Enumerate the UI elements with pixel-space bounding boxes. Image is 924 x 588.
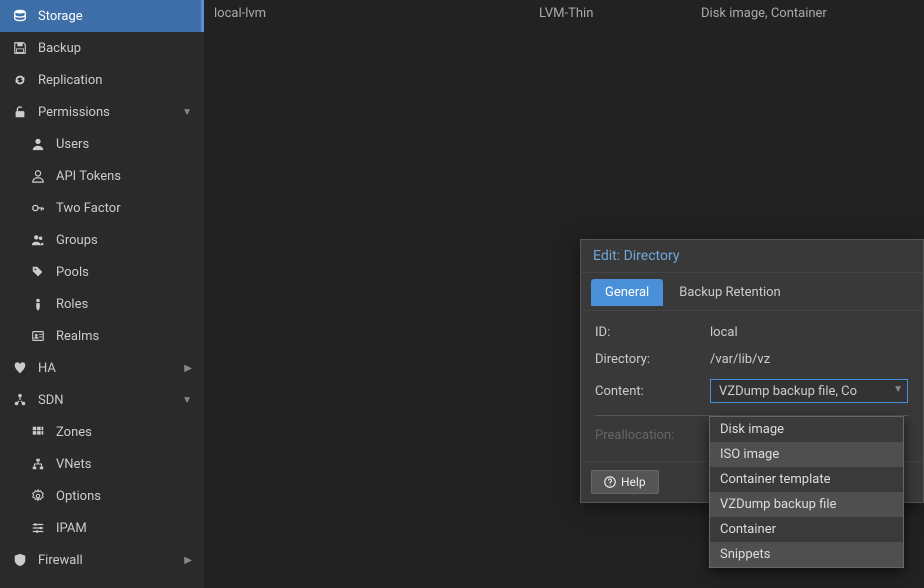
shield-icon bbox=[12, 552, 28, 568]
storage-type-cell: LVM-Thin bbox=[539, 6, 701, 21]
sidebar-item-label: Groups bbox=[56, 233, 98, 248]
sidebar-item-label: Permissions bbox=[38, 105, 110, 120]
sidebar-item-realms[interactable]: Realms bbox=[0, 320, 204, 352]
dropdown-item-disk-image[interactable]: Disk image bbox=[710, 417, 903, 442]
sidebar-item-vnets[interactable]: VNets bbox=[0, 448, 204, 480]
help-label: Help bbox=[621, 475, 646, 489]
sidebar-item-label: IPAM bbox=[56, 521, 87, 536]
content-label: Content: bbox=[595, 384, 710, 399]
network-icon bbox=[30, 456, 46, 472]
chevron-down-icon: ▼ bbox=[182, 107, 192, 118]
sidebar-item-sdn[interactable]: SDN ▼ bbox=[0, 384, 204, 416]
sidebar-item-storage[interactable]: Storage bbox=[0, 0, 204, 32]
unlock-icon bbox=[12, 104, 28, 120]
chevron-right-icon: ▶ bbox=[184, 363, 192, 374]
sidebar-item-replication[interactable]: Replication bbox=[0, 64, 204, 96]
sidebar-item-pools[interactable]: Pools bbox=[0, 256, 204, 288]
grid-icon bbox=[30, 424, 46, 440]
tab-backup-retention[interactable]: Backup Retention bbox=[665, 279, 795, 306]
sidebar-item-api-tokens[interactable]: API Tokens bbox=[0, 160, 204, 192]
sidebar-item-label: Two Factor bbox=[56, 201, 121, 216]
help-icon bbox=[604, 476, 616, 488]
sidebar-item-groups[interactable]: Groups bbox=[0, 224, 204, 256]
sidebar-item-label: Storage bbox=[38, 9, 83, 24]
tags-icon bbox=[30, 264, 46, 280]
field-directory: Directory: /var/lib/vz bbox=[595, 352, 909, 367]
sync-icon bbox=[12, 72, 28, 88]
key-icon bbox=[30, 200, 46, 216]
sidebar-item-zones[interactable]: Zones bbox=[0, 416, 204, 448]
sidebar-item-label: API Tokens bbox=[56, 169, 121, 184]
field-content: Content: ▼ bbox=[595, 379, 909, 403]
sidebar-item-label: Users bbox=[56, 137, 89, 152]
sidebar-item-roles[interactable]: Roles bbox=[0, 288, 204, 320]
table-row[interactable]: local-lvm LVM-Thin Disk image, Container bbox=[204, 0, 924, 27]
sidebar-item-label: Zones bbox=[56, 425, 92, 440]
sidebar-item-firewall[interactable]: Firewall ▶ bbox=[0, 544, 204, 576]
dropdown-item-container[interactable]: Container bbox=[710, 517, 903, 542]
id-label: ID: bbox=[595, 325, 710, 340]
sidebar-item-two-factor[interactable]: Two Factor bbox=[0, 192, 204, 224]
dropdown-item-snippets[interactable]: Snippets bbox=[710, 542, 903, 567]
directory-value: /var/lib/vz bbox=[710, 352, 909, 367]
chevron-right-icon: ▶ bbox=[184, 555, 192, 566]
sidebar-item-label: Firewall bbox=[38, 553, 83, 568]
tab-general[interactable]: General bbox=[591, 279, 663, 306]
directory-label: Directory: bbox=[595, 352, 710, 367]
sliders-icon bbox=[30, 520, 46, 536]
content-dropdown: Disk image ISO image Container template … bbox=[709, 416, 904, 568]
storage-name-cell: local-lvm bbox=[214, 6, 539, 21]
content-select[interactable] bbox=[710, 379, 908, 403]
sidebar-item-label: Replication bbox=[38, 73, 102, 88]
sidebar-item-ipam[interactable]: IPAM bbox=[0, 512, 204, 544]
content-select-wrap: ▼ bbox=[710, 379, 909, 403]
gear-icon bbox=[30, 488, 46, 504]
dropdown-item-container-template[interactable]: Container template bbox=[710, 467, 903, 492]
person-icon bbox=[30, 296, 46, 312]
sdn-icon bbox=[12, 392, 28, 408]
floppy-icon bbox=[12, 40, 28, 56]
sidebar-item-label: Realms bbox=[56, 329, 99, 344]
sidebar-item-label: Options bbox=[56, 489, 101, 504]
user-outline-icon bbox=[30, 168, 46, 184]
dialog-title: Edit: Directory bbox=[581, 240, 923, 273]
dialog-tabs: General Backup Retention bbox=[581, 273, 923, 306]
dropdown-item-iso-image[interactable]: ISO image bbox=[710, 442, 903, 467]
help-button[interactable]: Help bbox=[591, 470, 659, 494]
sidebar-item-label: VNets bbox=[56, 457, 91, 472]
sidebar-item-label: Backup bbox=[38, 41, 81, 56]
sidebar-item-options[interactable]: Options bbox=[0, 480, 204, 512]
id-value: local bbox=[710, 325, 909, 340]
users-icon bbox=[30, 232, 46, 248]
sidebar-item-permissions[interactable]: Permissions ▼ bbox=[0, 96, 204, 128]
sidebar: Storage Backup Replication Permissions ▼… bbox=[0, 0, 204, 588]
sidebar-item-label: SDN bbox=[38, 393, 64, 408]
user-icon bbox=[30, 136, 46, 152]
database-icon bbox=[12, 8, 28, 24]
sidebar-item-label: HA bbox=[38, 361, 56, 376]
sidebar-item-label: Pools bbox=[56, 265, 89, 280]
sidebar-item-users[interactable]: Users bbox=[0, 128, 204, 160]
field-id: ID: local bbox=[595, 325, 909, 340]
dropdown-item-vzdump[interactable]: VZDump backup file bbox=[710, 492, 903, 517]
preallocation-label: Preallocation: bbox=[595, 428, 710, 443]
heartbeat-icon bbox=[12, 360, 28, 376]
sidebar-item-backup[interactable]: Backup bbox=[0, 32, 204, 64]
sidebar-item-label: Roles bbox=[56, 297, 88, 312]
sidebar-item-ha[interactable]: HA ▶ bbox=[0, 352, 204, 384]
id-card-icon bbox=[30, 328, 46, 344]
chevron-down-icon: ▼ bbox=[182, 395, 192, 406]
storage-content-cell: Disk image, Container bbox=[701, 6, 914, 21]
